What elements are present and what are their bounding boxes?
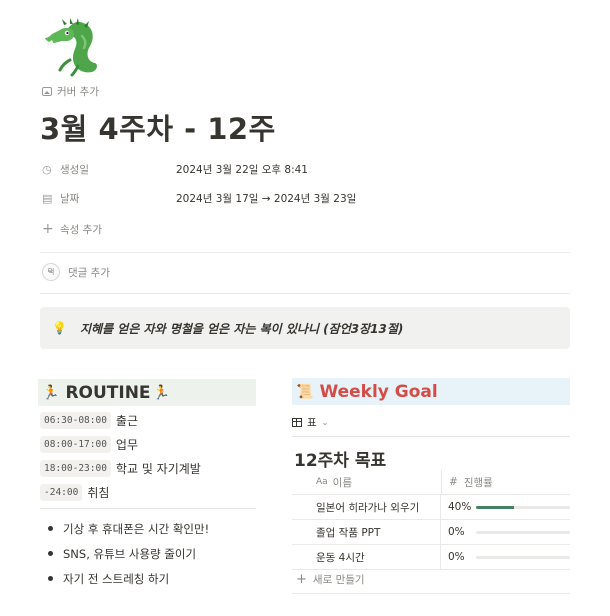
cell-progress[interactable]: 0% xyxy=(441,520,570,544)
column-header-progress[interactable]: # 진행률 xyxy=(442,470,570,494)
add-comment-button[interactable]: 택 댓글 추가 xyxy=(42,263,110,281)
property-date[interactable]: ▤ 날짜 2024년 3월 17일 → 2024년 3월 23일 xyxy=(42,191,356,206)
list-item-text: 자기 전 스트레칭 하기 xyxy=(63,571,170,586)
bullet-icon xyxy=(48,576,53,581)
time-code: -24:00 xyxy=(40,484,83,501)
bullet-icon xyxy=(48,526,53,531)
time-label: 취침 xyxy=(87,486,110,500)
progress-bar xyxy=(476,530,570,534)
column-header-label: 이름 xyxy=(332,476,352,489)
routine-time-row[interactable]: -24:00 취침 xyxy=(40,484,109,501)
table-row[interactable]: 일본어 히라가나 외우기 40% xyxy=(292,495,570,520)
page-title[interactable]: 3월 4주차 - 12주 xyxy=(40,106,276,148)
add-property-label: 속성 추가 xyxy=(60,223,102,236)
divider xyxy=(40,508,256,509)
property-value: 2024년 3월 22일 오후 8:41 xyxy=(176,164,308,176)
cell-name[interactable]: 일본어 히라가나 외우기 xyxy=(292,495,441,519)
cell-progress[interactable]: 0% xyxy=(441,545,570,569)
table-row[interactable]: 졸업 작품 PPT 0% xyxy=(292,520,570,545)
routine-time-row[interactable]: 06:30-08:00 출근 xyxy=(40,412,138,429)
cell-name[interactable]: 운동 4시간 xyxy=(292,545,441,569)
weekly-goal-heading-text: Weekly Goal xyxy=(319,381,438,402)
runner-icon: 🏃 xyxy=(42,384,60,401)
property-created[interactable]: ◷ 생성일 2024년 3월 22일 오후 8:41 xyxy=(42,162,308,177)
divider xyxy=(40,293,570,294)
calendar-icon: ▤ xyxy=(42,192,53,205)
page-title-text: 3월 4주차 - 12주 xyxy=(40,112,276,146)
page-icon-dragon[interactable] xyxy=(40,16,102,78)
time-label: 출근 xyxy=(115,414,139,428)
cell-text: 졸업 작품 PPT xyxy=(316,526,381,539)
plus-icon: + xyxy=(42,221,54,237)
add-comment-label: 댓글 추가 xyxy=(68,266,110,279)
new-row-button[interactable]: + 새로 만들기 xyxy=(296,572,365,587)
clock-icon: ◷ xyxy=(42,163,52,176)
cell-text: 일본어 히라가나 외우기 xyxy=(316,501,420,514)
routine-time-row[interactable]: 18:00-23:00 학교 및 자기계발 xyxy=(40,460,201,477)
add-property-button[interactable]: + 속성 추가 xyxy=(42,221,102,237)
progress-bar xyxy=(476,505,570,509)
time-code: 08:00-17:00 xyxy=(40,436,111,453)
list-item[interactable]: SNS, 유튜브 사용량 줄이기 xyxy=(40,541,260,566)
progress-text: 0% xyxy=(448,551,465,563)
scroll-icon: 📜 xyxy=(296,383,314,400)
divider xyxy=(40,252,570,253)
list-item-text: 기상 후 휴대폰은 시간 확인만! xyxy=(63,521,210,536)
time-label: 업무 xyxy=(115,438,139,452)
runner-icon: 🏃 xyxy=(152,384,170,401)
cell-text: 운동 4시간 xyxy=(316,551,365,564)
number-property-icon: # xyxy=(449,476,458,488)
goal-table: Aa 이름 # 진행률 일본어 히라가나 외우기 40% 졸업 작품 PPT 0… xyxy=(292,470,570,570)
property-name: 생성일 xyxy=(60,164,89,176)
routine-bullet-list: 기상 후 휴대폰은 시간 확인만! SNS, 유튜브 사용량 줄이기 자기 전 … xyxy=(40,516,260,591)
column-header-name[interactable]: Aa 이름 xyxy=(292,470,442,494)
callout-text: 지혜를 얻은 자와 명철을 얻은 자는 복이 있나니 (잠언3장13절) xyxy=(80,321,404,336)
property-name: 날짜 xyxy=(60,193,80,205)
divider xyxy=(292,436,570,437)
list-item[interactable]: 기상 후 휴대폰은 시간 확인만! xyxy=(40,516,260,541)
progress-bar xyxy=(476,555,570,559)
routine-heading[interactable]: 🏃 ROUTINE 🏃 xyxy=(38,379,256,406)
add-cover-label: 커버 추가 xyxy=(57,86,99,98)
database-title-text: 12주차 목표 xyxy=(294,451,387,471)
time-label: 학교 및 자기계발 xyxy=(115,462,201,476)
divider xyxy=(292,593,570,594)
dragon-icon xyxy=(45,18,97,77)
lightbulb-icon: 💡 xyxy=(52,321,67,335)
chevron-down-icon: ⌄ xyxy=(321,418,329,427)
routine-heading-text: ROUTINE xyxy=(65,382,151,403)
routine-time-row[interactable]: 08:00-17:00 업무 xyxy=(40,436,138,453)
add-cover-button[interactable]: 커버 추가 xyxy=(42,84,99,99)
image-icon xyxy=(42,87,52,96)
weekly-goal-heading[interactable]: 📜 Weekly Goal xyxy=(292,378,570,405)
callout[interactable]: 💡 지혜를 얻은 자와 명철을 얻은 자는 복이 있나니 (잠언3장13절) xyxy=(40,307,570,349)
bullet-icon xyxy=(48,551,53,556)
database-title[interactable]: 12주차 목표 xyxy=(294,446,386,471)
text-property-icon: Aa xyxy=(316,477,328,487)
plus-icon: + xyxy=(296,572,307,587)
table-icon xyxy=(292,418,302,427)
time-code: 18:00-23:00 xyxy=(40,460,111,477)
progress-text: 40% xyxy=(448,501,472,513)
progress-text: 0% xyxy=(448,526,465,538)
cell-progress[interactable]: 40% xyxy=(441,495,570,519)
column-header-label: 진행률 xyxy=(463,476,493,489)
table-view-tab[interactable]: 표 ⌄ xyxy=(292,415,328,430)
progress-bar-fill xyxy=(476,505,514,509)
list-item-text: SNS, 유튜브 사용량 줄이기 xyxy=(63,546,197,561)
property-value: 2024년 3월 17일 → 2024년 3월 23일 xyxy=(176,193,357,205)
cell-name[interactable]: 졸업 작품 PPT xyxy=(292,520,441,544)
new-row-label: 새로 만들기 xyxy=(312,574,365,586)
table-header-row: Aa 이름 # 진행률 xyxy=(292,470,570,495)
list-item[interactable]: 자기 전 스트레칭 하기 xyxy=(40,566,260,591)
view-tab-label: 표 xyxy=(307,417,317,429)
table-row[interactable]: 운동 4시간 0% xyxy=(292,545,570,570)
time-code: 06:30-08:00 xyxy=(40,412,111,429)
avatar: 택 xyxy=(42,263,60,281)
